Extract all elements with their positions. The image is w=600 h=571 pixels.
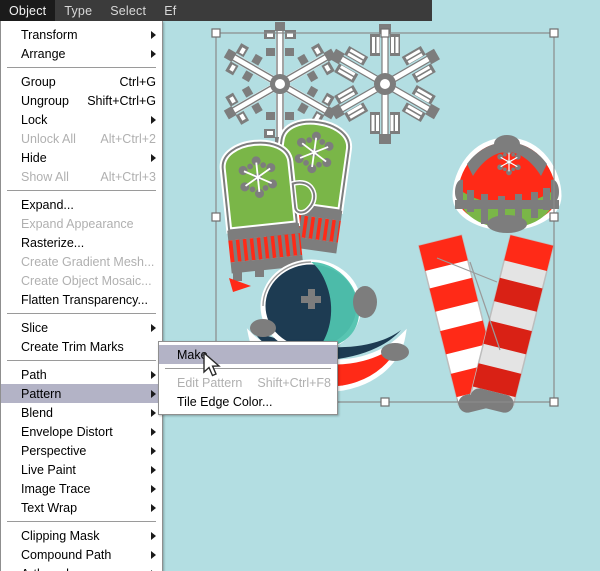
object-menu-item-hide[interactable]: Hide xyxy=(1,148,162,167)
menubar-item-select[interactable]: Select xyxy=(101,0,155,21)
artwork-candy-cane-skis[interactable] xyxy=(417,234,555,414)
object-menu-item-expand-appearance: Expand Appearance xyxy=(1,214,162,233)
artwork-winter-hat[interactable] xyxy=(452,135,562,233)
object-menu-item-shortcut: Ctrl+G xyxy=(119,74,156,89)
object-menu-item-blend[interactable]: Blend xyxy=(1,403,162,422)
chevron-right-icon xyxy=(151,446,156,455)
object-menu-item-transform[interactable]: Transform xyxy=(1,25,162,44)
object-menu-item-label: Envelope Distort xyxy=(21,424,113,439)
chevron-right-icon xyxy=(151,370,156,379)
pattern-submenu-separator xyxy=(165,368,331,369)
object-menu-item-label: Image Trace xyxy=(21,481,91,496)
chevron-right-icon xyxy=(151,531,156,540)
object-menu-item-unlock-all: Unlock All Alt+Ctrl+2 xyxy=(1,129,162,148)
object-menu-item-label: Path xyxy=(21,367,47,382)
object-menu-item-label: Unlock All xyxy=(21,131,76,146)
menubar-item-type[interactable]: Type xyxy=(55,0,101,21)
object-menu-item-label: Pattern xyxy=(21,386,62,401)
chevron-right-icon xyxy=(151,389,156,398)
object-menu-item-label: Transform xyxy=(21,27,78,42)
object-menu-item-label: Blend xyxy=(21,405,53,420)
menubar-item-object[interactable]: Object xyxy=(0,0,56,21)
chevron-right-icon xyxy=(151,115,156,124)
chevron-right-icon xyxy=(151,550,156,559)
object-menu-item-lock[interactable]: Lock xyxy=(1,110,162,129)
object-menu-item-label: Create Gradient Mesh... xyxy=(21,254,155,269)
object-menu-item-label: Clipping Mask xyxy=(21,528,100,543)
pattern-submenu[interactable]: Make Edit Pattern Shift+Ctrl+F8 Tile Edge C… xyxy=(158,341,338,415)
object-menu-item-path[interactable]: Path xyxy=(1,365,162,384)
object-menu-item-label: Compound Path xyxy=(21,547,112,562)
object-menu-item-label: Flatten Transparency... xyxy=(21,292,148,307)
object-menu-item-perspective[interactable]: Perspective xyxy=(1,441,162,460)
object-menu-item-label: Perspective xyxy=(21,443,87,458)
object-menu-item-label: Arrange xyxy=(21,46,66,61)
chevron-right-icon xyxy=(151,323,156,332)
object-menu-item-shortcut: Alt+Ctrl+3 xyxy=(100,169,156,184)
chevron-right-icon xyxy=(151,30,156,39)
object-menu-separator xyxy=(7,67,156,68)
chevron-right-icon xyxy=(151,153,156,162)
menu-bar[interactable]: Object Type Select Ef xyxy=(0,0,432,21)
menubar-item-effect[interactable]: Ef xyxy=(155,0,185,21)
object-menu-item-show-all: Show All Alt+Ctrl+3 xyxy=(1,167,162,186)
illustrator-window: Object Type Select Ef Transform Arrange Gr… xyxy=(0,0,600,571)
object-menu-separator xyxy=(7,313,156,314)
object-menu-item-create-object-mosaic: Create Object Mosaic... xyxy=(1,271,162,290)
pattern-submenu-item-label: Tile Edge Color... xyxy=(177,394,273,409)
object-menu-item-image-trace[interactable]: Image Trace xyxy=(1,479,162,498)
chevron-right-icon xyxy=(151,408,156,417)
object-menu-item-ungroup[interactable]: Ungroup Shift+Ctrl+G xyxy=(1,91,162,110)
chevron-right-icon xyxy=(151,49,156,58)
object-menu-item-slice[interactable]: Slice xyxy=(1,318,162,337)
object-menu-item-shortcut: Alt+Ctrl+2 xyxy=(100,131,156,146)
object-menu-item-compound-path[interactable]: Compound Path xyxy=(1,545,162,564)
artwork-snowflake-right[interactable] xyxy=(324,23,446,145)
chevron-right-icon xyxy=(151,427,156,436)
object-menu-item-envelope-distort[interactable]: Envelope Distort xyxy=(1,422,162,441)
object-menu-separator xyxy=(7,521,156,522)
object-menu-item-label: Group xyxy=(21,74,56,89)
object-menu-item-group[interactable]: Group Ctrl+G xyxy=(1,72,162,91)
object-menu-item-clipping-mask[interactable]: Clipping Mask xyxy=(1,526,162,545)
object-menu-item-label: Show All xyxy=(21,169,69,184)
object-menu-item-rasterize[interactable]: Rasterize... xyxy=(1,233,162,252)
pattern-submenu-item-label: Make xyxy=(177,347,208,362)
object-menu-item-label: Rasterize... xyxy=(21,235,85,250)
object-menu-separator xyxy=(7,190,156,191)
chevron-right-icon xyxy=(151,503,156,512)
object-menu-item-label: Lock xyxy=(21,112,48,127)
pattern-submenu-item-tile-edge-color[interactable]: Tile Edge Color... xyxy=(159,392,337,411)
object-menu-item-label: Create Object Mosaic... xyxy=(21,273,152,288)
object-menu-item-pattern[interactable]: Pattern xyxy=(1,384,162,403)
object-menu-item-label: Text Wrap xyxy=(21,500,78,515)
object-menu-separator xyxy=(7,360,156,361)
object-menu-item-shortcut: Shift+Ctrl+G xyxy=(87,93,156,108)
pattern-submenu-item-make[interactable]: Make xyxy=(159,345,337,364)
object-menu-item-label: Expand Appearance xyxy=(21,216,134,231)
object-menu-item-flatten-transparency[interactable]: Flatten Transparency... xyxy=(1,290,162,309)
object-menu-item-live-paint[interactable]: Live Paint xyxy=(1,460,162,479)
object-menu-item-create-gradient-mesh: Create Gradient Mesh... xyxy=(1,252,162,271)
chevron-right-icon xyxy=(151,465,156,474)
pattern-submenu-item-label: Edit Pattern xyxy=(177,375,243,390)
object-menu-item-arrange[interactable]: Arrange xyxy=(1,44,162,63)
object-menu-item-create-trim-marks[interactable]: Create Trim Marks xyxy=(1,337,162,356)
object-menu-item-label: Create Trim Marks xyxy=(21,339,124,354)
object-menu-item-label: Ungroup xyxy=(21,93,69,108)
object-dropdown-menu[interactable]: Transform Arrange Group Ctrl+G Ungroup Shift+… xyxy=(0,21,163,571)
chevron-right-icon xyxy=(151,484,156,493)
object-menu-item-artboards[interactable]: Artboards xyxy=(1,564,162,571)
object-menu-item-label: Live Paint xyxy=(21,462,76,477)
object-menu-item-text-wrap[interactable]: Text Wrap xyxy=(1,498,162,517)
object-menu-item-label: Artboards xyxy=(21,567,75,571)
pattern-submenu-item-edit-pattern: Edit Pattern Shift+Ctrl+F8 xyxy=(159,373,337,392)
object-menu-item-label: Hide xyxy=(21,150,47,165)
object-menu-item-label: Slice xyxy=(21,320,49,335)
object-menu-item-label: Expand... xyxy=(21,197,74,212)
object-menu-item-expand[interactable]: Expand... xyxy=(1,195,162,214)
pattern-submenu-item-shortcut: Shift+Ctrl+F8 xyxy=(257,375,331,390)
